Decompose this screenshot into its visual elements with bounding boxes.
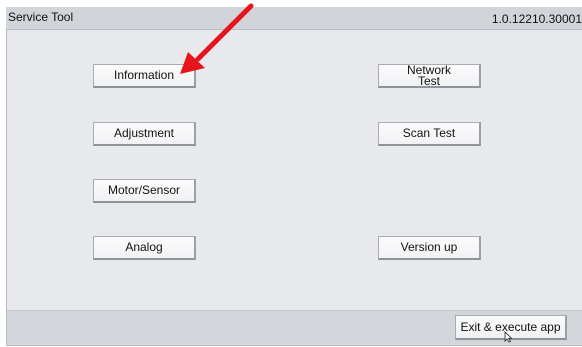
network-test-button[interactable]: Network Test <box>378 64 481 88</box>
information-button[interactable]: Information <box>93 64 196 88</box>
service-tool-screen: Service Tool 1.0.12210.30001 Information… <box>0 0 582 347</box>
motor-sensor-button[interactable]: Motor/Sensor <box>93 179 196 203</box>
title-bar: Service Tool 1.0.12210.30001 <box>6 7 582 30</box>
main-panel: Information Adjustment Motor/Sensor Anal… <box>6 30 582 310</box>
analog-button[interactable]: Analog <box>93 236 196 260</box>
exit-execute-app-button[interactable]: Exit & execute app <box>455 315 567 340</box>
version-up-button[interactable]: Version up <box>378 236 481 260</box>
scan-test-button[interactable]: Scan Test <box>378 122 481 146</box>
version-label: 1.0.12210.30001 <box>491 12 582 26</box>
footer-bar: Exit & execute app <box>6 310 582 346</box>
app-title: Service Tool <box>8 10 74 24</box>
adjustment-button[interactable]: Adjustment <box>93 122 196 146</box>
